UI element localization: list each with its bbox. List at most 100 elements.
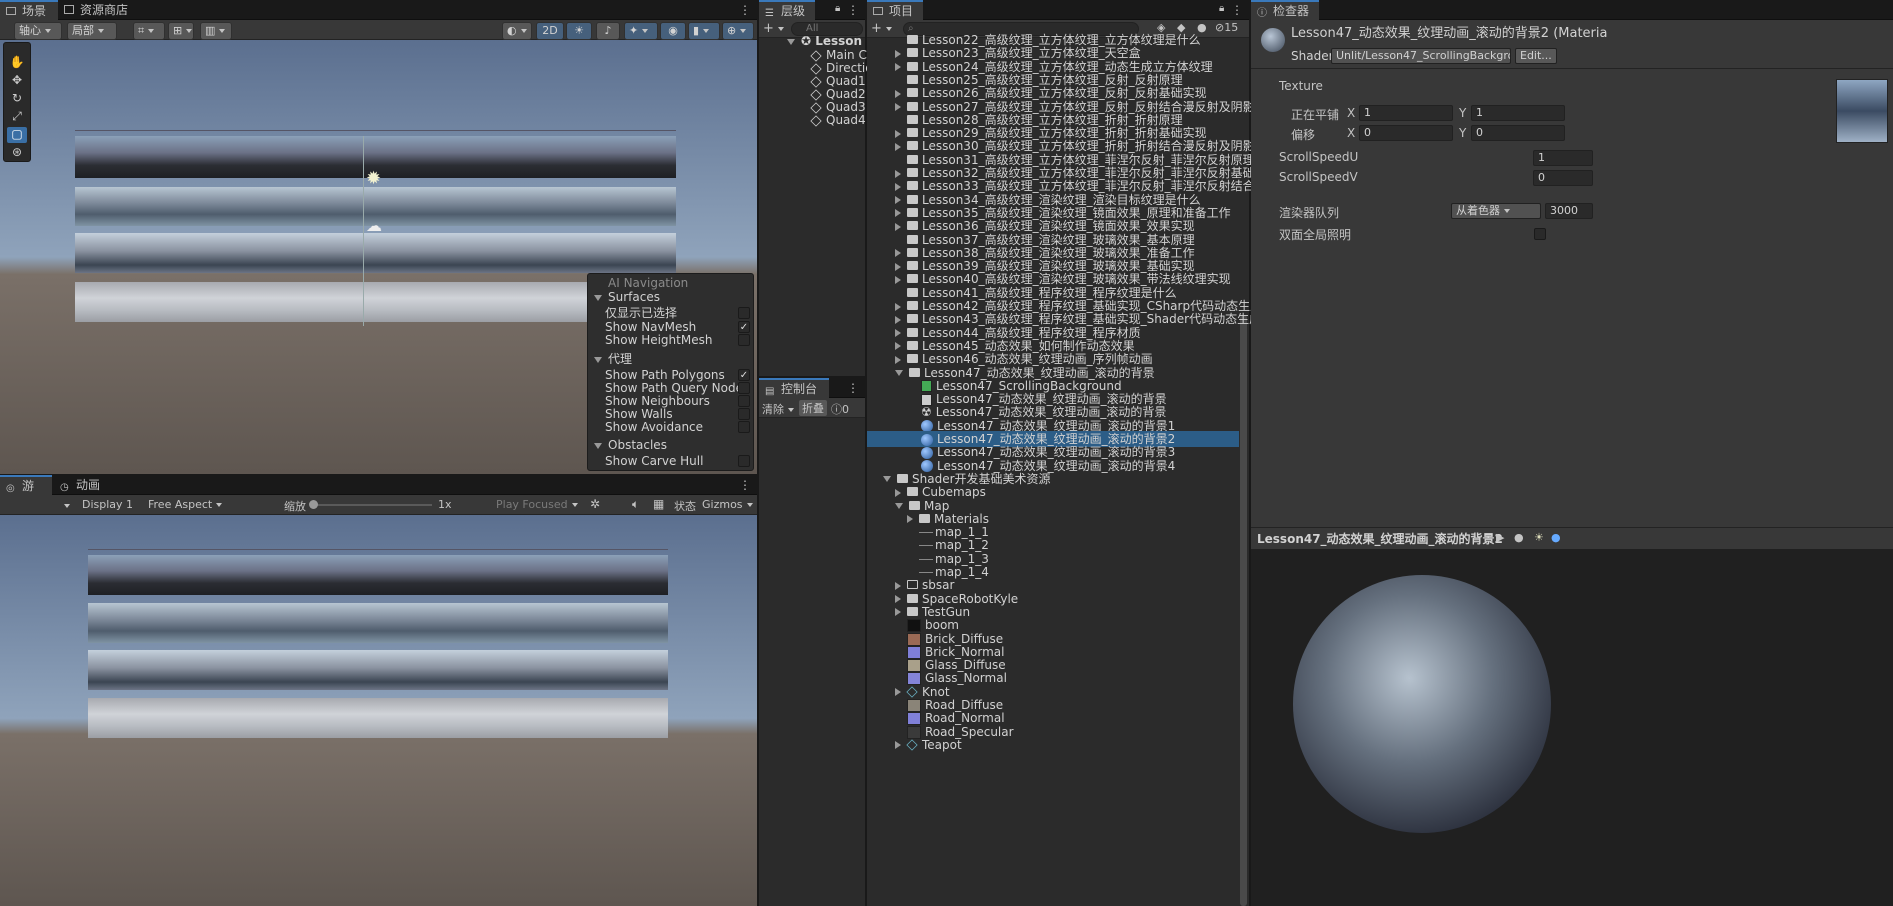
folder-icon bbox=[907, 234, 918, 244]
show-heightmesh-checkbox[interactable] bbox=[738, 334, 750, 346]
render-queue-dropdown[interactable]: 从着色器 bbox=[1451, 203, 1541, 219]
scroll-v-field[interactable]: 0 bbox=[1533, 170, 1593, 186]
light-preview-icon[interactable]: ☀ bbox=[1534, 531, 1544, 544]
camera-dropdown[interactable]: ▮ bbox=[688, 22, 720, 40]
audio-mute-icon[interactable]: 🔈︎ bbox=[632, 497, 639, 512]
rect-tool-icon[interactable]: ▢ bbox=[7, 127, 27, 143]
clear-button[interactable]: 清除 bbox=[762, 401, 794, 417]
local-dropdown[interactable]: 局部 bbox=[67, 22, 117, 40]
create-button[interactable]: + bbox=[871, 21, 892, 36]
effects-dropdown[interactable]: ✦ bbox=[624, 22, 658, 40]
lock-icon[interactable]: 🔒︎ bbox=[835, 3, 840, 14]
play-icon[interactable]: ▶ bbox=[1496, 531, 1504, 544]
more-icon[interactable]: ⋮ bbox=[739, 478, 751, 492]
create-button[interactable]: + bbox=[763, 21, 784, 36]
keyboard-icon[interactable]: ▦ bbox=[653, 497, 664, 511]
store-icon bbox=[64, 5, 74, 14]
avoidance-label: Show Avoidance bbox=[605, 420, 704, 434]
gizmos-dropdown[interactable]: ⊕ bbox=[722, 22, 754, 40]
project-scrollbar[interactable] bbox=[1240, 315, 1247, 906]
offset-y-field[interactable]: 0 bbox=[1471, 125, 1565, 141]
more-icon[interactable]: ⋮ bbox=[1231, 3, 1243, 17]
tab-scene[interactable]: 场景 bbox=[0, 0, 58, 20]
tiling-y-field[interactable]: 1 bbox=[1471, 105, 1565, 121]
bug-icon[interactable]: ✲ bbox=[590, 497, 600, 511]
visibility-toggle[interactable]: ◉ bbox=[660, 22, 686, 40]
lock-icon[interactable]: 🔒︎ bbox=[1219, 3, 1224, 14]
collapse-button[interactable]: 折叠 bbox=[799, 400, 827, 416]
avoidance-checkbox[interactable] bbox=[738, 421, 750, 433]
game-viewport[interactable] bbox=[0, 515, 757, 906]
info-icon: ⓘ bbox=[1257, 8, 1267, 19]
aspect-dropdown[interactable]: Free Aspect bbox=[148, 498, 276, 511]
sphere-preview-icon[interactable]: ● bbox=[1514, 531, 1524, 544]
scale-slider-track[interactable] bbox=[310, 504, 432, 506]
folder-icon bbox=[907, 181, 918, 191]
scene-viewport[interactable]: ✹ ☁ ✋ ✥ ↻ ⤢ ▢ ⊛ AI Navigation Surfaces 仅… bbox=[0, 40, 757, 474]
mesh-icon bbox=[919, 558, 933, 560]
carve-hull-checkbox[interactable] bbox=[738, 455, 750, 467]
2d-toggle[interactable]: 2D bbox=[536, 22, 564, 40]
tab-animation[interactable]: ◷ 动画 bbox=[54, 475, 108, 495]
more-icon[interactable]: ⋮ bbox=[847, 3, 859, 17]
double-sided-gi-checkbox[interactable] bbox=[1534, 228, 1546, 240]
hand-tool-icon[interactable]: ✋ bbox=[7, 55, 27, 71]
tab-hierarchy[interactable]: ☰ 层级 bbox=[759, 0, 815, 20]
gizmos-dropdown[interactable]: Gizmos bbox=[702, 498, 753, 511]
tab-game[interactable]: ◎游戏 bbox=[0, 475, 52, 511]
foldout-icon bbox=[594, 442, 602, 449]
shader-dropdown[interactable]: Unlit/Lesson47_ScrollingBackgrou bbox=[1331, 48, 1511, 64]
folder-icon bbox=[907, 207, 918, 217]
move-tool-icon[interactable]: ✥ bbox=[7, 73, 27, 89]
scale-tool-icon[interactable]: ⤢ bbox=[7, 109, 27, 125]
offset-x-field[interactable]: 0 bbox=[1359, 125, 1453, 141]
folder-icon bbox=[907, 74, 918, 84]
scroll-u-field[interactable]: 1 bbox=[1533, 150, 1593, 166]
agent-foldout[interactable]: 代理 bbox=[594, 351, 632, 367]
hidden-count-icon[interactable]: ⊘15 bbox=[1215, 21, 1238, 34]
grid-dropdown[interactable]: ⊞ bbox=[168, 22, 194, 40]
play-focused-dropdown[interactable]: Play Focused bbox=[496, 498, 582, 511]
mesh-icon bbox=[919, 545, 933, 547]
walls-checkbox[interactable] bbox=[738, 408, 750, 420]
show-navmesh-checkbox[interactable]: ✓ bbox=[738, 321, 750, 333]
transform-tool-icon[interactable]: ⊛ bbox=[7, 145, 27, 161]
neighbours-checkbox[interactable] bbox=[738, 395, 750, 407]
hierarchy-item[interactable]: Quad4 bbox=[810, 112, 866, 128]
folder-icon bbox=[907, 48, 918, 58]
preview-sphere[interactable] bbox=[1293, 575, 1551, 833]
tab-asset-store[interactable]: 资源商店 bbox=[58, 0, 136, 20]
audio-toggle[interactable]: ♪ bbox=[596, 22, 620, 40]
cloud-icon[interactable]: ☁ bbox=[366, 216, 382, 235]
path-query-checkbox[interactable] bbox=[738, 382, 750, 394]
tab-inspector[interactable]: ⓘ 检查器 bbox=[1251, 0, 1319, 20]
sun-icon[interactable]: ✹ bbox=[366, 168, 381, 189]
pivot-dropdown[interactable]: 轴心 bbox=[14, 22, 62, 40]
render-queue-field[interactable]: 3000 bbox=[1545, 203, 1593, 219]
tab-console[interactable]: ▤ 控制台 bbox=[759, 378, 829, 398]
increment-dropdown[interactable]: ▥ bbox=[200, 22, 232, 40]
lighting-toggle[interactable]: ☀ bbox=[566, 22, 592, 40]
folder-icon bbox=[907, 141, 918, 151]
edit-shader-button[interactable]: Edit... bbox=[1515, 48, 1557, 64]
scale-slider-thumb[interactable] bbox=[309, 500, 318, 509]
rotate-tool-icon[interactable]: ↻ bbox=[7, 91, 27, 107]
stats-button[interactable]: 状态 bbox=[674, 498, 696, 514]
shading-dropdown[interactable]: ◐ bbox=[502, 22, 532, 40]
more-icon[interactable]: ⋮ bbox=[847, 381, 859, 395]
only-selected-checkbox[interactable] bbox=[738, 307, 750, 319]
surfaces-foldout[interactable]: Surfaces bbox=[594, 289, 660, 305]
more-icon[interactable]: ⋮ bbox=[739, 3, 751, 17]
texture-thumbnail[interactable] bbox=[1836, 79, 1888, 143]
folder-icon bbox=[907, 327, 918, 337]
snap-dropdown[interactable]: ⌗ bbox=[133, 22, 165, 40]
background-preview-icon[interactable]: ● bbox=[1551, 531, 1561, 544]
tab-project[interactable]: 项目 bbox=[867, 0, 923, 20]
tiling-x-field[interactable]: 1 bbox=[1359, 105, 1453, 121]
obstacles-foldout[interactable]: Obstacles bbox=[594, 437, 667, 453]
project-asset[interactable]: Teapot bbox=[895, 737, 962, 753]
error-count[interactable]: ⓘ0 bbox=[831, 401, 849, 417]
foldout-icon bbox=[895, 182, 901, 191]
folder-icon bbox=[907, 221, 918, 231]
game-dropdown[interactable] bbox=[60, 499, 70, 512]
